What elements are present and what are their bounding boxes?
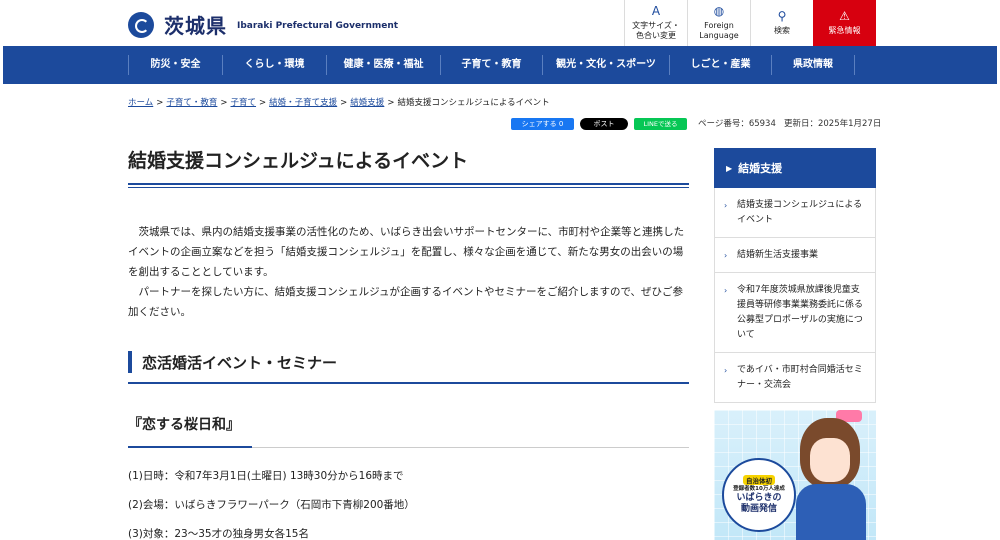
x-post-button[interactable]: ポスト xyxy=(580,118,628,130)
video-channel-banner[interactable]: 自治体初 登録者数10万人達成 いばらきの 動画発信 xyxy=(714,410,876,540)
breadcrumb-marriage-childcare-support[interactable]: 結婚・子育て支援 xyxy=(269,98,337,108)
breadcrumb: ホーム > 子育て・教育 > 子育て > 結婚・子育て支援 > 結婚支援 > 結婚支援コンシェルジュ… xyxy=(128,98,550,108)
section-heading: 恋活婚活イベント・セミナー xyxy=(128,351,689,384)
heading-bar xyxy=(128,351,132,373)
foreign-language-label: Foreign Language xyxy=(699,20,739,40)
event-detail-venue: (2)会場：いばらきフラワーパーク（石岡市下青柳200番地） xyxy=(128,499,415,511)
breadcrumb-childcare[interactable]: 子育て xyxy=(231,98,257,108)
breadcrumb-marriage-support[interactable]: 結婚支援 xyxy=(350,98,384,108)
breadcrumb-childcare-education[interactable]: 子育て・教育 xyxy=(166,98,217,108)
chevron-right-icon: › xyxy=(724,366,728,375)
banner-title: いばらきの 動画発信 xyxy=(736,493,782,514)
sidebar-heading[interactable]: ▶ 結婚支援 xyxy=(714,148,876,188)
banner-subtitle: 登録者数10万人達成 xyxy=(733,486,785,492)
header-tools: A 文字サイズ・ 色合い変更 ◍ Foreign Language ⚲ 検索 ⚠… xyxy=(624,0,876,46)
event-detail-date: (1)日時：令和7年3月1日(土曜日) 13時30分から16時まで xyxy=(128,470,404,482)
nav-item-disaster-safety[interactable]: 防災・安全 xyxy=(128,55,222,75)
section-heading-text: 恋活婚活イベント・セミナー xyxy=(142,354,338,372)
page-number: ページ番号：65934 xyxy=(698,119,776,129)
nav-item-health-welfare[interactable]: 健康・医療・福祉 xyxy=(326,55,440,75)
heading-underline xyxy=(128,446,252,448)
emergency-info-button[interactable]: ⚠ 緊急情報 xyxy=(813,0,876,46)
event-detail-target: (3)対象：23～35才の独身男女各15名 xyxy=(128,528,309,540)
search-button[interactable]: ⚲ 検索 xyxy=(750,0,813,46)
page-title: 結婚支援コンシェルジュによるイベント xyxy=(128,150,469,172)
banner-badge: 自治体初 xyxy=(743,475,775,485)
globe-icon: ◍ xyxy=(713,3,725,18)
chevron-right-icon: › xyxy=(724,201,728,210)
nav-item-tourism-culture-sports[interactable]: 観光・文化・スポーツ xyxy=(542,55,669,75)
sidebar: ▶ 結婚支援 › 結婚支援コンシェルジュによるイベント › 結婚新生活支援事業 … xyxy=(714,148,876,403)
event-heading: 『恋する桜日和』 xyxy=(128,414,689,448)
text-size-button[interactable]: A 文字サイズ・ 色合い変更 xyxy=(624,0,687,46)
sidebar-list: › 結婚支援コンシェルジュによるイベント › 結婚新生活支援事業 › 令和7年度… xyxy=(714,188,876,403)
banner-character-body xyxy=(796,484,866,540)
title-divider xyxy=(128,183,689,188)
prefecture-emblem-icon xyxy=(128,11,154,38)
breadcrumb-home[interactable]: ホーム xyxy=(128,98,153,108)
nav-item-work-industry[interactable]: しごと・産業 xyxy=(669,55,771,75)
sidebar-item-proposal[interactable]: › 令和7年度茨城県放課後児童支援員等研修事業業務委託に係る公募型プロポーザルの… xyxy=(715,272,875,352)
foreign-language-button[interactable]: ◍ Foreign Language xyxy=(687,0,750,46)
banner-bubble: 自治体初 登録者数10万人達成 いばらきの 動画発信 xyxy=(722,458,796,532)
sidebar-item-new-life-support[interactable]: › 結婚新生活支援事業 xyxy=(715,237,875,272)
sidebar-item-concierge-events[interactable]: › 結婚支援コンシェルジュによるイベント xyxy=(715,188,875,237)
intro-text: 茨城県では、県内の結婚支援事業の活性化のため、いばらき出会いサポートセンターに、… xyxy=(128,222,689,322)
line-share-button[interactable]: LINEで送る xyxy=(634,118,687,130)
updated-date: 更新日：2025年1月27日 xyxy=(783,119,882,129)
nav-item-childcare-education[interactable]: 子育て・教育 xyxy=(440,55,542,75)
intro-paragraph: パートナーを探したい方に、結婚支援コンシェルジュが企画するイベントやセミナーをご… xyxy=(128,286,684,318)
event-heading-text: 『恋する桜日和』 xyxy=(128,417,240,433)
site-header: 茨城県 Ibaraki Prefectural Government A 文字サ… xyxy=(0,0,1000,46)
nav-item-living-environment[interactable]: くらし・環境 xyxy=(222,55,326,75)
nav-item-prefectural-info[interactable]: 県政情報 xyxy=(771,55,855,75)
site-logo[interactable]: 茨城県 Ibaraki Prefectural Government xyxy=(128,10,398,39)
chevron-right-icon: › xyxy=(724,286,728,295)
chevron-right-icon: › xyxy=(724,251,728,260)
sidebar-heading-text: 結婚支援 xyxy=(738,162,783,175)
text-size-icon: A xyxy=(651,3,661,18)
search-icon: ⚲ xyxy=(777,8,787,23)
sidebar-item-label: 結婚新生活支援事業 xyxy=(737,250,819,260)
emergency-info-label: 緊急情報 xyxy=(828,25,861,35)
warning-icon: ⚠ xyxy=(839,8,850,23)
event-details: (1)日時：令和7年3月1日(土曜日) 13時30分から16時まで (2)会場：… xyxy=(128,466,415,540)
sidebar-item-deaiba-seminar[interactable]: › であイバ・市町村合同婚活セミナー・交流会 xyxy=(715,352,875,402)
facebook-share-button[interactable]: シェアする 0 xyxy=(511,118,574,130)
global-nav: 防災・安全 くらし・環境 健康・医療・福祉 子育て・教育 観光・文化・スポーツ … xyxy=(3,46,997,84)
text-size-label: 文字サイズ・ 色合い変更 xyxy=(632,20,680,40)
sidebar-item-label: 令和7年度茨城県放課後児童支援員等研修事業業務委託に係る公募型プロポーザルの実施… xyxy=(737,285,864,340)
logo-japanese: 茨城県 xyxy=(164,14,227,38)
intro-paragraph: 茨城県では、県内の結婚支援事業の活性化のため、いばらき出会いサポートセンターに、… xyxy=(128,226,685,278)
breadcrumb-current: 結婚支援コンシェルジュによるイベント xyxy=(397,98,550,108)
search-label: 検索 xyxy=(774,25,790,35)
sidebar-item-label: 結婚支援コンシェルジュによるイベント xyxy=(737,200,863,225)
banner-character-face xyxy=(810,438,850,482)
share-buttons: シェアする 0 ポスト LINEで送る xyxy=(511,118,687,130)
page-meta: ページ番号：65934 更新日：2025年1月27日 xyxy=(698,118,881,130)
logo-english: Ibaraki Prefectural Government xyxy=(237,20,399,31)
sidebar-item-label: であイバ・市町村合同婚活セミナー・交流会 xyxy=(737,365,863,390)
triangle-right-icon: ▶ xyxy=(726,163,733,173)
